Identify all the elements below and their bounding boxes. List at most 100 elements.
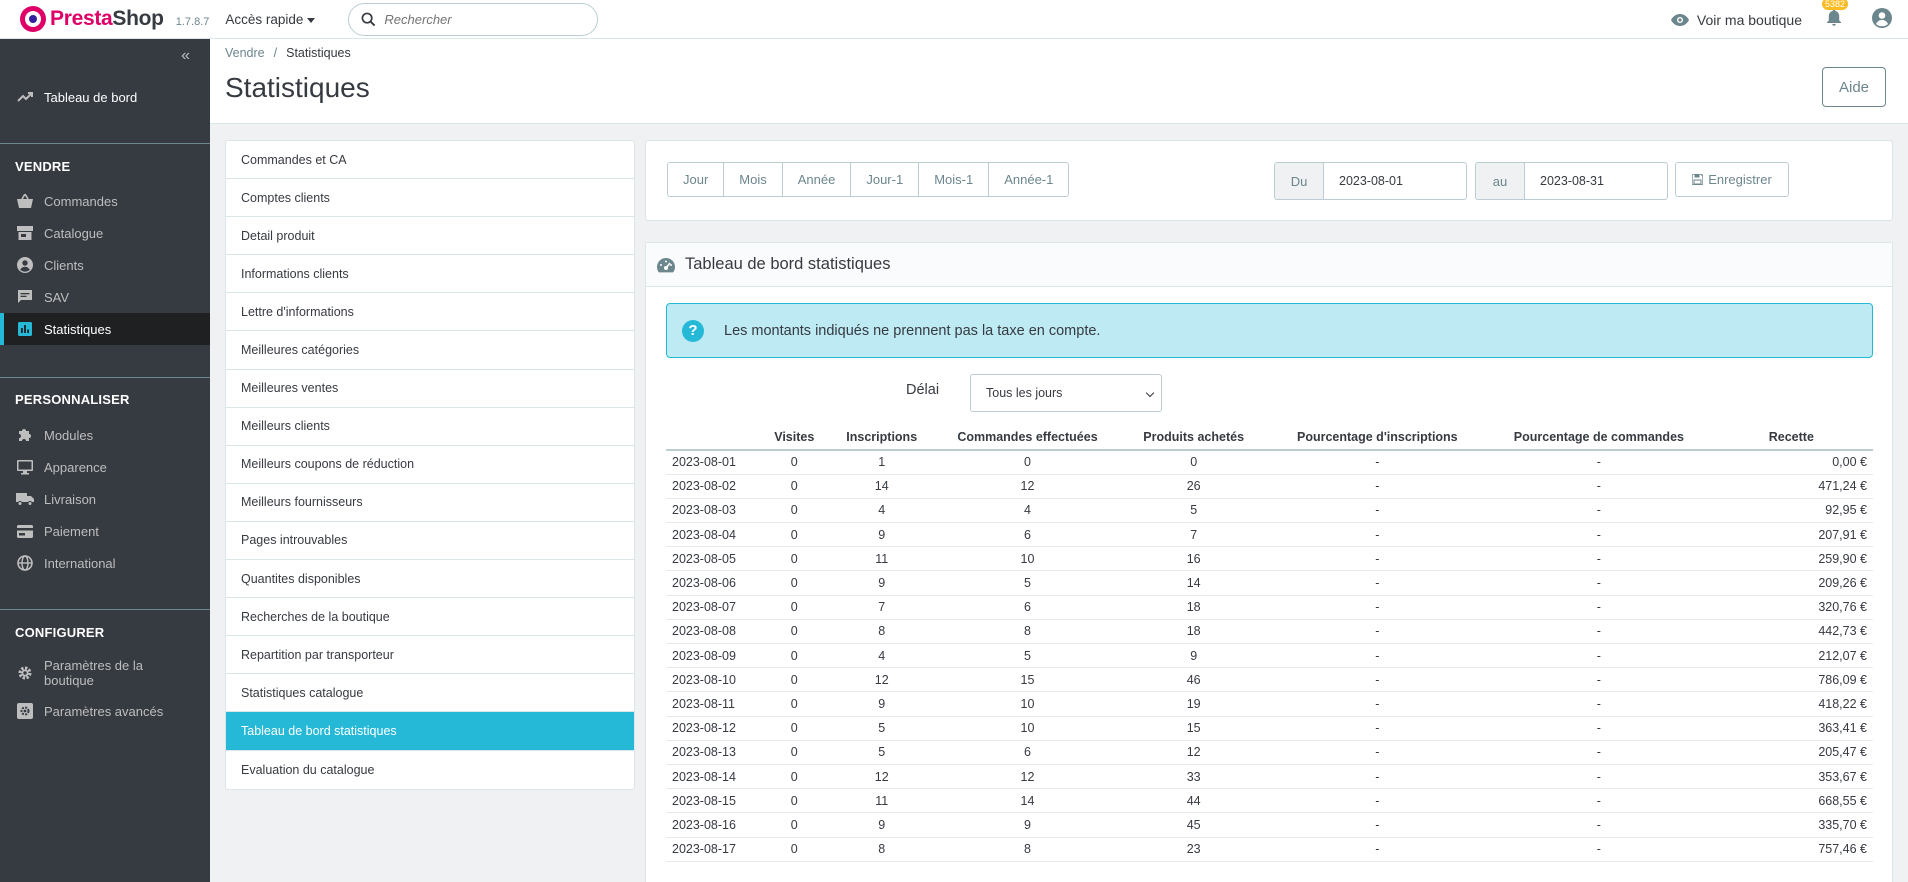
sidebar-item-shipping[interactable]: Livraison (0, 483, 210, 515)
section-title-configurer: CONFIGURER (15, 625, 105, 640)
stats-module-item[interactable]: Meilleurs clients (226, 408, 634, 446)
collapse-sidebar-icon[interactable]: « (181, 47, 190, 65)
table-row: 2023-08-17 0 8 8 23- -757,46 € (666, 837, 1873, 862)
stats-module-item[interactable]: Informations clients (226, 255, 634, 294)
table-cell: 5 (829, 716, 935, 741)
period-button[interactable]: Année-1 (988, 162, 1070, 197)
table-cell: 44 (1120, 788, 1267, 814)
table-cell: 92,95 € (1709, 498, 1873, 524)
table-cell: 668,55 € (1709, 788, 1873, 814)
table-cell: - (1488, 619, 1710, 645)
table-cell: 471,24 € (1709, 474, 1873, 499)
table-cell: 320,76 € (1709, 595, 1873, 620)
table-row: 2023-08-07 0 7 6 18- -320,76 € (666, 595, 1873, 620)
top-header: PrestaShop 1.7.8.7 Accès rapide Voir ma … (0, 0, 1908, 39)
period-button[interactable]: Année (781, 162, 852, 197)
date-to-label: au (1475, 162, 1524, 200)
table-cell: 2023-08-12 (666, 716, 760, 741)
breadcrumb: Vendre / Statistiques (225, 46, 351, 60)
date-from-input[interactable] (1323, 162, 1467, 200)
table-cell: 11 (829, 546, 935, 572)
sidebar-item-dashboard[interactable]: Tableau de bord (0, 81, 210, 113)
table-cell: - (1488, 450, 1710, 475)
table-cell: 2023-08-14 (666, 764, 760, 790)
stats-module-item[interactable]: Commandes et CA (226, 141, 634, 180)
period-button[interactable]: Jour-1 (850, 162, 920, 197)
sidebar-item-shop-parameters[interactable]: Paramètres de la boutique (0, 653, 210, 693)
bar-chart-icon (15, 322, 35, 336)
sidebar-item-advanced-parameters[interactable]: Paramètres avancés (0, 695, 210, 727)
save-range-button[interactable]: Enregistrer (1675, 162, 1789, 197)
sidebar-item-catalog[interactable]: Catalogue (0, 217, 210, 249)
stats-module-item[interactable]: Lettre d'informations (226, 293, 634, 332)
eye-icon (1670, 13, 1689, 26)
table-cell: - (1266, 595, 1489, 620)
brand-name-pre: Presta (50, 7, 113, 30)
stats-module-item[interactable]: Evaluation du catalogue (226, 751, 634, 789)
table-cell: - (1488, 474, 1710, 499)
stats-module-item[interactable]: Repartition par transporteur (226, 636, 634, 675)
stats-module-item[interactable]: Comptes clients (226, 179, 634, 218)
account-button[interactable] (1872, 8, 1892, 31)
column-header: Produits achetés (1120, 425, 1267, 451)
table-cell: 0 (759, 740, 830, 765)
table-cell: - (1266, 667, 1489, 693)
sidebar-item-appearance[interactable]: Apparence (0, 451, 210, 483)
stats-module-item[interactable]: Meilleures ventes (226, 370, 634, 408)
sidebar-item-label: SAV (44, 289, 70, 305)
stats-module-item[interactable]: Pages introuvables (226, 522, 634, 561)
breadcrumb-link-vendre[interactable]: Vendre (225, 46, 265, 60)
search-icon (361, 12, 376, 26)
sidebar-item-statistics[interactable]: Statistiques (0, 313, 210, 345)
view-shop-link[interactable]: Voir ma boutique (1670, 12, 1802, 28)
sidebar-item-customers[interactable]: Clients (0, 249, 210, 281)
table-cell: - (1266, 498, 1489, 524)
table-cell: 8 (829, 619, 935, 645)
stats-module-item[interactable]: Statistiques catalogue (226, 674, 634, 713)
date-to-input[interactable] (1524, 162, 1668, 200)
sidebar-item-payment[interactable]: Paiement (0, 515, 210, 547)
table-cell: 0 (759, 619, 830, 645)
table-cell: 363,41 € (1709, 716, 1873, 741)
table-cell: 6 (934, 522, 1121, 548)
table-cell: 6 (934, 740, 1121, 765)
search-input[interactable] (384, 11, 565, 27)
period-button[interactable]: Jour (667, 162, 725, 197)
table-cell: - (1488, 570, 1710, 596)
sidebar-item-label: Paiement (44, 523, 99, 539)
date-to-group: au (1475, 162, 1668, 200)
stats-module-item[interactable]: Tableau de bord statistiques (226, 712, 634, 751)
table-cell: - (1266, 716, 1489, 741)
version-label: 1.7.8.7 (175, 15, 210, 28)
sidebar-item-sav[interactable]: SAV (0, 281, 210, 313)
table-cell: 0 (934, 450, 1121, 475)
table-cell: 209,26 € (1709, 570, 1873, 596)
prestashop-logo[interactable]: PrestaShop (20, 6, 164, 32)
page-title: Statistiques (225, 72, 370, 103)
stats-module-item[interactable]: Recherches de la boutique (226, 598, 634, 637)
breadcrumb-current: Statistiques (286, 46, 351, 60)
table-cell: - (1266, 764, 1489, 790)
stats-module-item[interactable]: Meilleurs fournisseurs (226, 484, 634, 522)
stats-module-item[interactable]: Detail produit (226, 217, 634, 256)
notifications-button[interactable]: 5382 (1822, 0, 1849, 30)
table-cell: 2023-08-04 (666, 522, 760, 548)
sidebar-item-international[interactable]: International (0, 547, 210, 579)
period-button[interactable]: Mois (723, 162, 783, 197)
table-cell: - (1488, 812, 1710, 838)
quick-access-dropdown[interactable]: Accès rapide (225, 12, 316, 27)
delay-select[interactable]: Tous les jours (970, 374, 1162, 412)
table-cell: - (1488, 837, 1710, 862)
sidebar-item-orders[interactable]: Commandes (0, 185, 210, 217)
notifications-badge: 5382 (1822, 0, 1849, 10)
table-cell: 12 (1120, 740, 1267, 765)
stats-module-item[interactable]: Meilleurs coupons de réduction (226, 446, 634, 484)
sidebar-item-modules[interactable]: Modules (0, 419, 210, 451)
basket-icon (15, 194, 35, 208)
period-button[interactable]: Mois-1 (918, 162, 990, 197)
stats-module-item[interactable]: Quantites disponibles (226, 560, 634, 599)
search-box[interactable] (348, 2, 599, 36)
stats-module-item[interactable]: Meilleures catégories (226, 331, 634, 370)
help-button[interactable]: Aide (1822, 67, 1886, 107)
table-cell: 2023-08-03 (666, 498, 760, 524)
